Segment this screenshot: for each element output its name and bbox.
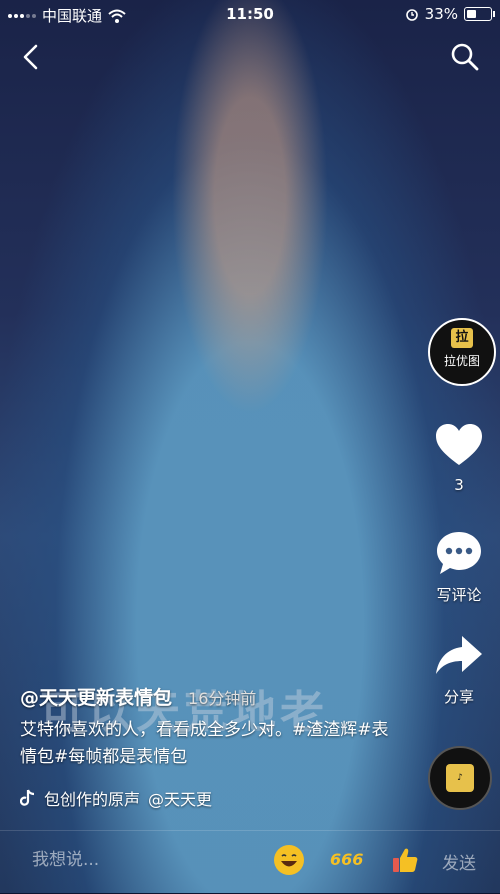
like-count: 3 <box>454 476 464 494</box>
post-description: 艾特你喜欢的人，看看成全多少对。#渣渣辉#表情包#每帧都是表情包 <box>20 720 389 767</box>
author-name[interactable]: @天天更新表情包 <box>20 687 172 709</box>
comment-bar: 666 发送 <box>0 830 500 894</box>
send-button[interactable]: 发送 <box>442 849 476 874</box>
status-bar: 中国联通 11:50 33% <box>0 0 500 28</box>
battery-icon <box>464 7 495 21</box>
music-disc-button[interactable]: ♪ <box>428 746 492 810</box>
status-right: 33% <box>405 5 495 23</box>
share-button[interactable]: 分享 <box>424 634 494 707</box>
battery-percent: 33% <box>424 5 458 23</box>
comment-icon <box>437 532 481 574</box>
heart-icon <box>436 424 482 465</box>
music-row[interactable]: 包创作的原声 @天天更 <box>20 786 212 810</box>
battery-fill <box>467 10 476 18</box>
post-time: 16分钟前 <box>188 689 257 708</box>
share-label: 分享 <box>443 688 474 706</box>
comment-label: 写评论 <box>436 586 482 604</box>
back-button[interactable] <box>14 40 48 74</box>
like-button[interactable]: 3 <box>424 422 494 494</box>
comment-input[interactable] <box>30 849 234 871</box>
emoji-666-icon[interactable]: 666 <box>330 845 363 875</box>
watermark-text: 拉优图 <box>443 354 480 368</box>
thumbs-up-emoji-icon[interactable] <box>390 845 420 875</box>
music-author: @天天更 <box>148 790 213 809</box>
comment-button[interactable]: 写评论 <box>424 530 494 605</box>
music-cover-icon: ♪ <box>446 764 474 792</box>
laugh-emoji-icon[interactable] <box>274 845 304 875</box>
music-note-icon <box>20 789 35 806</box>
music-source: 包创作的原声 <box>44 790 141 809</box>
author-line: @天天更新表情包 16分钟前 <box>20 683 256 710</box>
watermark-seal-icon: 拉 <box>451 328 473 348</box>
watermark-logo: 拉 拉优图 <box>428 318 496 386</box>
search-button[interactable] <box>448 40 482 74</box>
share-arrow-icon <box>436 636 482 674</box>
alarm-icon <box>405 9 418 21</box>
